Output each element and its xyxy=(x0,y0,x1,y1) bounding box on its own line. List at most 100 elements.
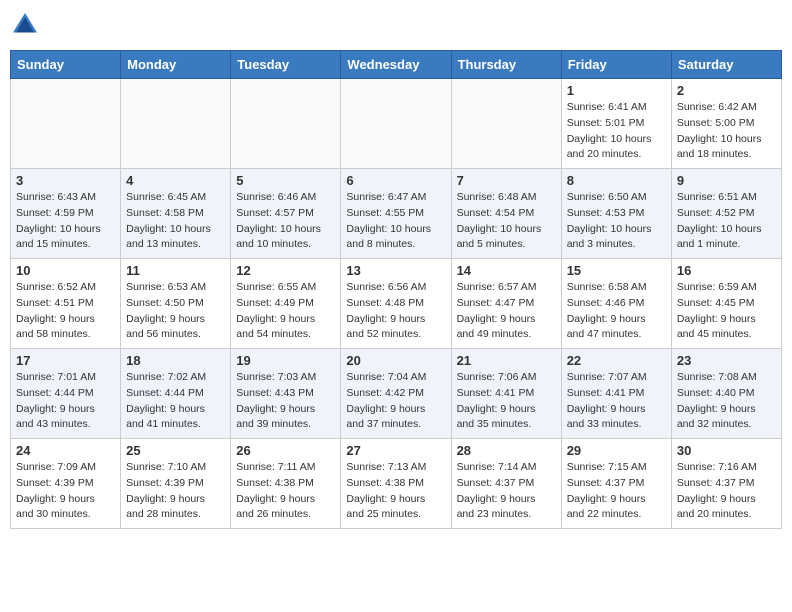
calendar-cell: 26 Sunrise: 7:11 AMSunset: 4:38 PMDayligh… xyxy=(231,439,341,529)
day-info: Sunrise: 6:55 AMSunset: 4:49 PMDaylight:… xyxy=(236,280,335,343)
week-row: 1 Sunrise: 6:41 AMSunset: 5:01 PMDaylight… xyxy=(11,79,782,169)
day-number: 18 xyxy=(126,353,225,368)
calendar-cell: 6 Sunrise: 6:47 AMSunset: 4:55 PMDaylight… xyxy=(341,169,451,259)
day-number: 4 xyxy=(126,173,225,188)
day-info: Sunrise: 6:53 AMSunset: 4:50 PMDaylight:… xyxy=(126,280,225,343)
calendar-cell: 23Sunrise: 7:08 AMSunset: 4:40 PMDayligh… xyxy=(671,349,781,439)
weekday-header: Wednesday xyxy=(341,51,451,79)
day-info: Sunrise: 7:16 AMSunset: 4:37 PMDaylight:… xyxy=(677,460,776,523)
calendar-cell: 2 Sunrise: 6:42 AMSunset: 5:00 PMDaylight… xyxy=(671,79,781,169)
day-info: Sunrise: 7:14 AMSunset: 4:37 PMDaylight:… xyxy=(457,460,556,523)
day-number: 10 xyxy=(16,263,115,278)
week-row: 24 Sunrise: 7:09 AMSunset: 4:39 PMDayligh… xyxy=(11,439,782,529)
calendar-cell: 18 Sunrise: 7:02 AMSunset: 4:44 PMDayligh… xyxy=(121,349,231,439)
calendar-cell: 10 Sunrise: 6:52 AMSunset: 4:51 PMDayligh… xyxy=(11,259,121,349)
day-info: Sunrise: 6:48 AMSunset: 4:54 PMDaylight:… xyxy=(457,190,556,253)
calendar-cell: 13 Sunrise: 6:56 AMSunset: 4:48 PMDayligh… xyxy=(341,259,451,349)
day-number: 3 xyxy=(16,173,115,188)
weekday-header: Monday xyxy=(121,51,231,79)
calendar-cell: 5Sunrise: 6:46 AMSunset: 4:57 PMDaylight… xyxy=(231,169,341,259)
calendar-cell: 4Sunrise: 6:45 AMSunset: 4:58 PMDaylight… xyxy=(121,169,231,259)
calendar-cell: 28 Sunrise: 7:14 AMSunset: 4:37 PMDayligh… xyxy=(451,439,561,529)
day-number: 11 xyxy=(126,263,225,278)
day-info: Sunrise: 7:06 AMSunset: 4:41 PMDaylight:… xyxy=(457,370,556,433)
weekday-header: Thursday xyxy=(451,51,561,79)
week-row: 17 Sunrise: 7:01 AMSunset: 4:44 PMDayligh… xyxy=(11,349,782,439)
day-info: Sunrise: 7:15 AMSunset: 4:37 PMDaylight:… xyxy=(567,460,666,523)
day-number: 21 xyxy=(457,353,556,368)
calendar-cell xyxy=(341,79,451,169)
day-number: 24 xyxy=(16,443,115,458)
calendar-cell: 9Sunrise: 6:51 AMSunset: 4:52 PMDaylight… xyxy=(671,169,781,259)
day-number: 13 xyxy=(346,263,445,278)
day-number: 26 xyxy=(236,443,335,458)
day-info: Sunrise: 6:52 AMSunset: 4:51 PMDaylight:… xyxy=(16,280,115,343)
day-info: Sunrise: 7:07 AMSunset: 4:41 PMDaylight:… xyxy=(567,370,666,433)
day-info: Sunrise: 6:41 AMSunset: 5:01 PMDaylight:… xyxy=(567,100,666,163)
day-info: Sunrise: 6:56 AMSunset: 4:48 PMDaylight:… xyxy=(346,280,445,343)
calendar-cell: 11 Sunrise: 6:53 AMSunset: 4:50 PMDayligh… xyxy=(121,259,231,349)
header xyxy=(10,10,782,40)
day-info: Sunrise: 7:09 AMSunset: 4:39 PMDaylight:… xyxy=(16,460,115,523)
day-info: Sunrise: 6:47 AMSunset: 4:55 PMDaylight:… xyxy=(346,190,445,253)
calendar-cell: 19 Sunrise: 7:03 AMSunset: 4:43 PMDayligh… xyxy=(231,349,341,439)
calendar-header-row: SundayMondayTuesdayWednesdayThursdayFrid… xyxy=(11,51,782,79)
day-info: Sunrise: 7:13 AMSunset: 4:38 PMDaylight:… xyxy=(346,460,445,523)
day-info: Sunrise: 6:46 AMSunset: 4:57 PMDaylight:… xyxy=(236,190,335,253)
calendar-cell: 22 Sunrise: 7:07 AMSunset: 4:41 PMDayligh… xyxy=(561,349,671,439)
calendar-cell: 24 Sunrise: 7:09 AMSunset: 4:39 PMDayligh… xyxy=(11,439,121,529)
calendar-cell: 21 Sunrise: 7:06 AMSunset: 4:41 PMDayligh… xyxy=(451,349,561,439)
day-info: Sunrise: 7:03 AMSunset: 4:43 PMDaylight:… xyxy=(236,370,335,433)
day-info: Sunrise: 7:02 AMSunset: 4:44 PMDaylight:… xyxy=(126,370,225,433)
calendar-cell: 7 Sunrise: 6:48 AMSunset: 4:54 PMDaylight… xyxy=(451,169,561,259)
day-number: 15 xyxy=(567,263,666,278)
day-info: Sunrise: 7:10 AMSunset: 4:39 PMDaylight:… xyxy=(126,460,225,523)
calendar-cell: 1 Sunrise: 6:41 AMSunset: 5:01 PMDaylight… xyxy=(561,79,671,169)
day-number: 12 xyxy=(236,263,335,278)
calendar-cell: 29 Sunrise: 7:15 AMSunset: 4:37 PMDayligh… xyxy=(561,439,671,529)
logo-icon xyxy=(10,10,40,40)
day-number: 28 xyxy=(457,443,556,458)
day-info: Sunrise: 7:01 AMSunset: 4:44 PMDaylight:… xyxy=(16,370,115,433)
weekday-header: Saturday xyxy=(671,51,781,79)
day-info: Sunrise: 7:04 AMSunset: 4:42 PMDaylight:… xyxy=(346,370,445,433)
day-info: Sunrise: 6:42 AMSunset: 5:00 PMDaylight:… xyxy=(677,100,776,163)
calendar-cell: 27Sunrise: 7:13 AMSunset: 4:38 PMDayligh… xyxy=(341,439,451,529)
calendar-cell xyxy=(451,79,561,169)
calendar-cell: 3 Sunrise: 6:43 AMSunset: 4:59 PMDaylight… xyxy=(11,169,121,259)
calendar-cell: 20 Sunrise: 7:04 AMSunset: 4:42 PMDayligh… xyxy=(341,349,451,439)
calendar-cell xyxy=(231,79,341,169)
calendar-cell xyxy=(121,79,231,169)
day-number: 2 xyxy=(677,83,776,98)
day-info: Sunrise: 7:08 AMSunset: 4:40 PMDaylight:… xyxy=(677,370,776,433)
day-number: 17 xyxy=(16,353,115,368)
weekday-header: Tuesday xyxy=(231,51,341,79)
day-number: 25 xyxy=(126,443,225,458)
day-info: Sunrise: 6:57 AMSunset: 4:47 PMDaylight:… xyxy=(457,280,556,343)
weekday-header: Sunday xyxy=(11,51,121,79)
calendar-cell: 14Sunrise: 6:57 AMSunset: 4:47 PMDayligh… xyxy=(451,259,561,349)
week-row: 3 Sunrise: 6:43 AMSunset: 4:59 PMDaylight… xyxy=(11,169,782,259)
day-number: 22 xyxy=(567,353,666,368)
day-number: 20 xyxy=(346,353,445,368)
day-info: Sunrise: 6:51 AMSunset: 4:52 PMDaylight:… xyxy=(677,190,776,253)
calendar-cell xyxy=(11,79,121,169)
day-number: 16 xyxy=(677,263,776,278)
day-number: 1 xyxy=(567,83,666,98)
day-number: 30 xyxy=(677,443,776,458)
day-info: Sunrise: 6:50 AMSunset: 4:53 PMDaylight:… xyxy=(567,190,666,253)
day-number: 19 xyxy=(236,353,335,368)
day-number: 6 xyxy=(346,173,445,188)
calendar-cell: 16 Sunrise: 6:59 AMSunset: 4:45 PMDayligh… xyxy=(671,259,781,349)
day-info: Sunrise: 7:11 AMSunset: 4:38 PMDaylight:… xyxy=(236,460,335,523)
calendar-cell: 8Sunrise: 6:50 AMSunset: 4:53 PMDaylight… xyxy=(561,169,671,259)
day-number: 29 xyxy=(567,443,666,458)
day-info: Sunrise: 6:58 AMSunset: 4:46 PMDaylight:… xyxy=(567,280,666,343)
day-info: Sunrise: 6:59 AMSunset: 4:45 PMDaylight:… xyxy=(677,280,776,343)
logo xyxy=(10,10,44,40)
day-number: 7 xyxy=(457,173,556,188)
day-info: Sunrise: 6:43 AMSunset: 4:59 PMDaylight:… xyxy=(16,190,115,253)
calendar-cell: 30 Sunrise: 7:16 AMSunset: 4:37 PMDayligh… xyxy=(671,439,781,529)
week-row: 10 Sunrise: 6:52 AMSunset: 4:51 PMDayligh… xyxy=(11,259,782,349)
calendar-cell: 15 Sunrise: 6:58 AMSunset: 4:46 PMDayligh… xyxy=(561,259,671,349)
